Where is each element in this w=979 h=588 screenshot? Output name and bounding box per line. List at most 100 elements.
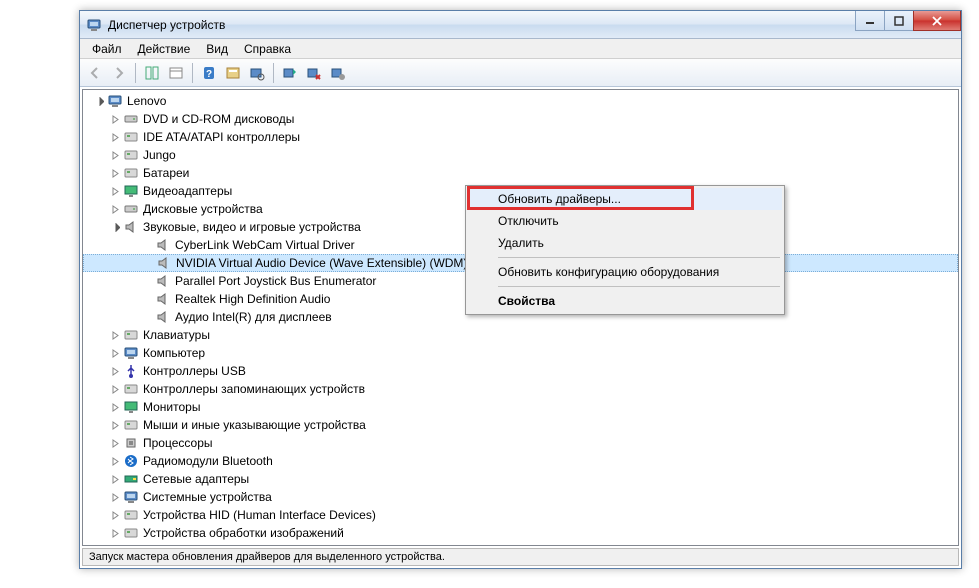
tree-category[interactable]: Устройства обработки изображений: [83, 524, 958, 542]
category-icon: [123, 453, 139, 469]
category-icon: [123, 183, 139, 199]
expander-icon[interactable]: [107, 219, 123, 235]
node-label: DVD и CD-ROM дисководы: [143, 112, 294, 126]
tree-category[interactable]: IDE ATA/ATAPI контроллеры: [83, 128, 958, 146]
context-menu-item[interactable]: Отключить: [468, 210, 782, 232]
node-label: Аудио Intel(R) для дисплеев: [175, 310, 332, 324]
tree-category[interactable]: Мыши и иные указывающие устройства: [83, 416, 958, 434]
expander-icon[interactable]: [107, 327, 123, 343]
context-menu-item[interactable]: Обновить драйверы...: [468, 188, 782, 210]
tree-root-node[interactable]: Lenovo: [83, 92, 958, 110]
category-icon: [123, 417, 139, 433]
expander-icon[interactable]: [91, 93, 107, 109]
expander-icon[interactable]: [107, 471, 123, 487]
device-tree[interactable]: Lenovo DVD и CD-ROM дисководы IDE ATA/ATAP…: [82, 89, 959, 546]
category-icon: [123, 471, 139, 487]
tree-category[interactable]: Батареи: [83, 164, 958, 182]
expander-icon[interactable]: [107, 363, 123, 379]
expander-icon[interactable]: [107, 453, 123, 469]
node-label: Батареи: [143, 166, 189, 180]
menu-view[interactable]: Вид: [198, 40, 236, 58]
expander-icon[interactable]: [107, 417, 123, 433]
expander-icon[interactable]: [107, 399, 123, 415]
expander-icon[interactable]: [107, 525, 123, 541]
category-icon: [123, 525, 139, 541]
menu-file[interactable]: Файл: [84, 40, 130, 58]
sound-icon: [155, 309, 171, 325]
tree-category[interactable]: Компьютер: [83, 344, 958, 362]
expander-icon[interactable]: [107, 111, 123, 127]
node-label: Клавиатуры: [143, 328, 210, 342]
expander-icon[interactable]: [107, 381, 123, 397]
expander-icon[interactable]: [107, 201, 123, 217]
scan-hardware-button[interactable]: [222, 62, 244, 84]
node-label: Parallel Port Joystick Bus Enumerator: [175, 274, 376, 288]
toolbar: ?: [80, 59, 961, 87]
update-driver-button[interactable]: [279, 62, 301, 84]
category-icon: [123, 327, 139, 343]
expander-icon[interactable]: [107, 435, 123, 451]
expander-icon[interactable]: [107, 129, 123, 145]
category-icon: [123, 399, 139, 415]
menu-action[interactable]: Действие: [130, 40, 199, 58]
context-menu-separator: [498, 286, 780, 287]
expander-icon[interactable]: [107, 489, 123, 505]
statusbar: Запуск мастера обновления драйверов для …: [82, 548, 959, 566]
context-menu-item[interactable]: Свойства: [468, 290, 782, 312]
node-label: Звуковые, видео и игровые устройства: [143, 220, 361, 234]
expander-icon[interactable]: [107, 507, 123, 523]
category-icon: [123, 129, 139, 145]
uninstall-button[interactable]: [303, 62, 325, 84]
show-hide-tree-button[interactable]: [141, 62, 163, 84]
tree-category[interactable]: Jungo: [83, 146, 958, 164]
tree-category[interactable]: Системные устройства: [83, 488, 958, 506]
node-label: NVIDIA Virtual Audio Device (Wave Extens…: [176, 256, 467, 270]
minimize-button[interactable]: [855, 11, 885, 31]
back-button[interactable]: [84, 62, 106, 84]
statusbar-text: Запуск мастера обновления драйверов для …: [89, 551, 445, 563]
node-label: Процессоры: [143, 436, 213, 450]
computer-icon: [107, 93, 123, 109]
node-label: CyberLink WebCam Virtual Driver: [175, 238, 355, 252]
tree-category[interactable]: Контроллеры запоминающих устройств: [83, 380, 958, 398]
category-icon: [123, 165, 139, 181]
expander-icon[interactable]: [107, 165, 123, 181]
maximize-button[interactable]: [884, 11, 914, 31]
sound-icon: [155, 237, 171, 253]
node-label: Мониторы: [143, 400, 200, 414]
context-menu-separator: [498, 257, 780, 258]
menubar: Файл Действие Вид Справка: [80, 39, 961, 59]
help-button[interactable]: ?: [198, 62, 220, 84]
window-title: Диспетчер устройств: [108, 18, 225, 32]
context-menu: Обновить драйверы...Отключить Удалить Обно…: [465, 185, 785, 315]
close-button[interactable]: [913, 11, 961, 31]
disable-button[interactable]: [327, 62, 349, 84]
category-icon: [123, 435, 139, 451]
expander-icon[interactable]: [107, 183, 123, 199]
category-icon: [123, 363, 139, 379]
device-manager-window: Диспетчер устройств Файл Действие Вид Сп…: [79, 10, 962, 569]
expander-icon[interactable]: [107, 147, 123, 163]
tree-category[interactable]: Радиомодули Bluetooth: [83, 452, 958, 470]
titlebar[interactable]: Диспетчер устройств: [80, 11, 961, 39]
expander-icon[interactable]: [107, 345, 123, 361]
refresh-button[interactable]: [246, 62, 268, 84]
menu-help[interactable]: Справка: [236, 40, 299, 58]
tree-category[interactable]: Контроллеры USB: [83, 362, 958, 380]
context-menu-label: Удалить: [498, 236, 544, 250]
category-icon: [123, 507, 139, 523]
tree-category[interactable]: Сетевые адаптеры: [83, 470, 958, 488]
tree-category[interactable]: DVD и CD-ROM дисководы: [83, 110, 958, 128]
forward-button[interactable]: [108, 62, 130, 84]
properties-button[interactable]: [165, 62, 187, 84]
context-menu-item[interactable]: Удалить: [468, 232, 782, 254]
node-label: IDE ATA/ATAPI контроллеры: [143, 130, 300, 144]
tree-category[interactable]: Устройства HID (Human Interface Devices): [83, 506, 958, 524]
node-label: Системные устройства: [143, 490, 272, 504]
tree-category[interactable]: Процессоры: [83, 434, 958, 452]
tree-category[interactable]: Мониторы: [83, 398, 958, 416]
context-menu-item[interactable]: Обновить конфигурацию оборудования: [468, 261, 782, 283]
tree-category[interactable]: Клавиатуры: [83, 326, 958, 344]
sound-icon: [155, 291, 171, 307]
node-label: Realtek High Definition Audio: [175, 292, 330, 306]
